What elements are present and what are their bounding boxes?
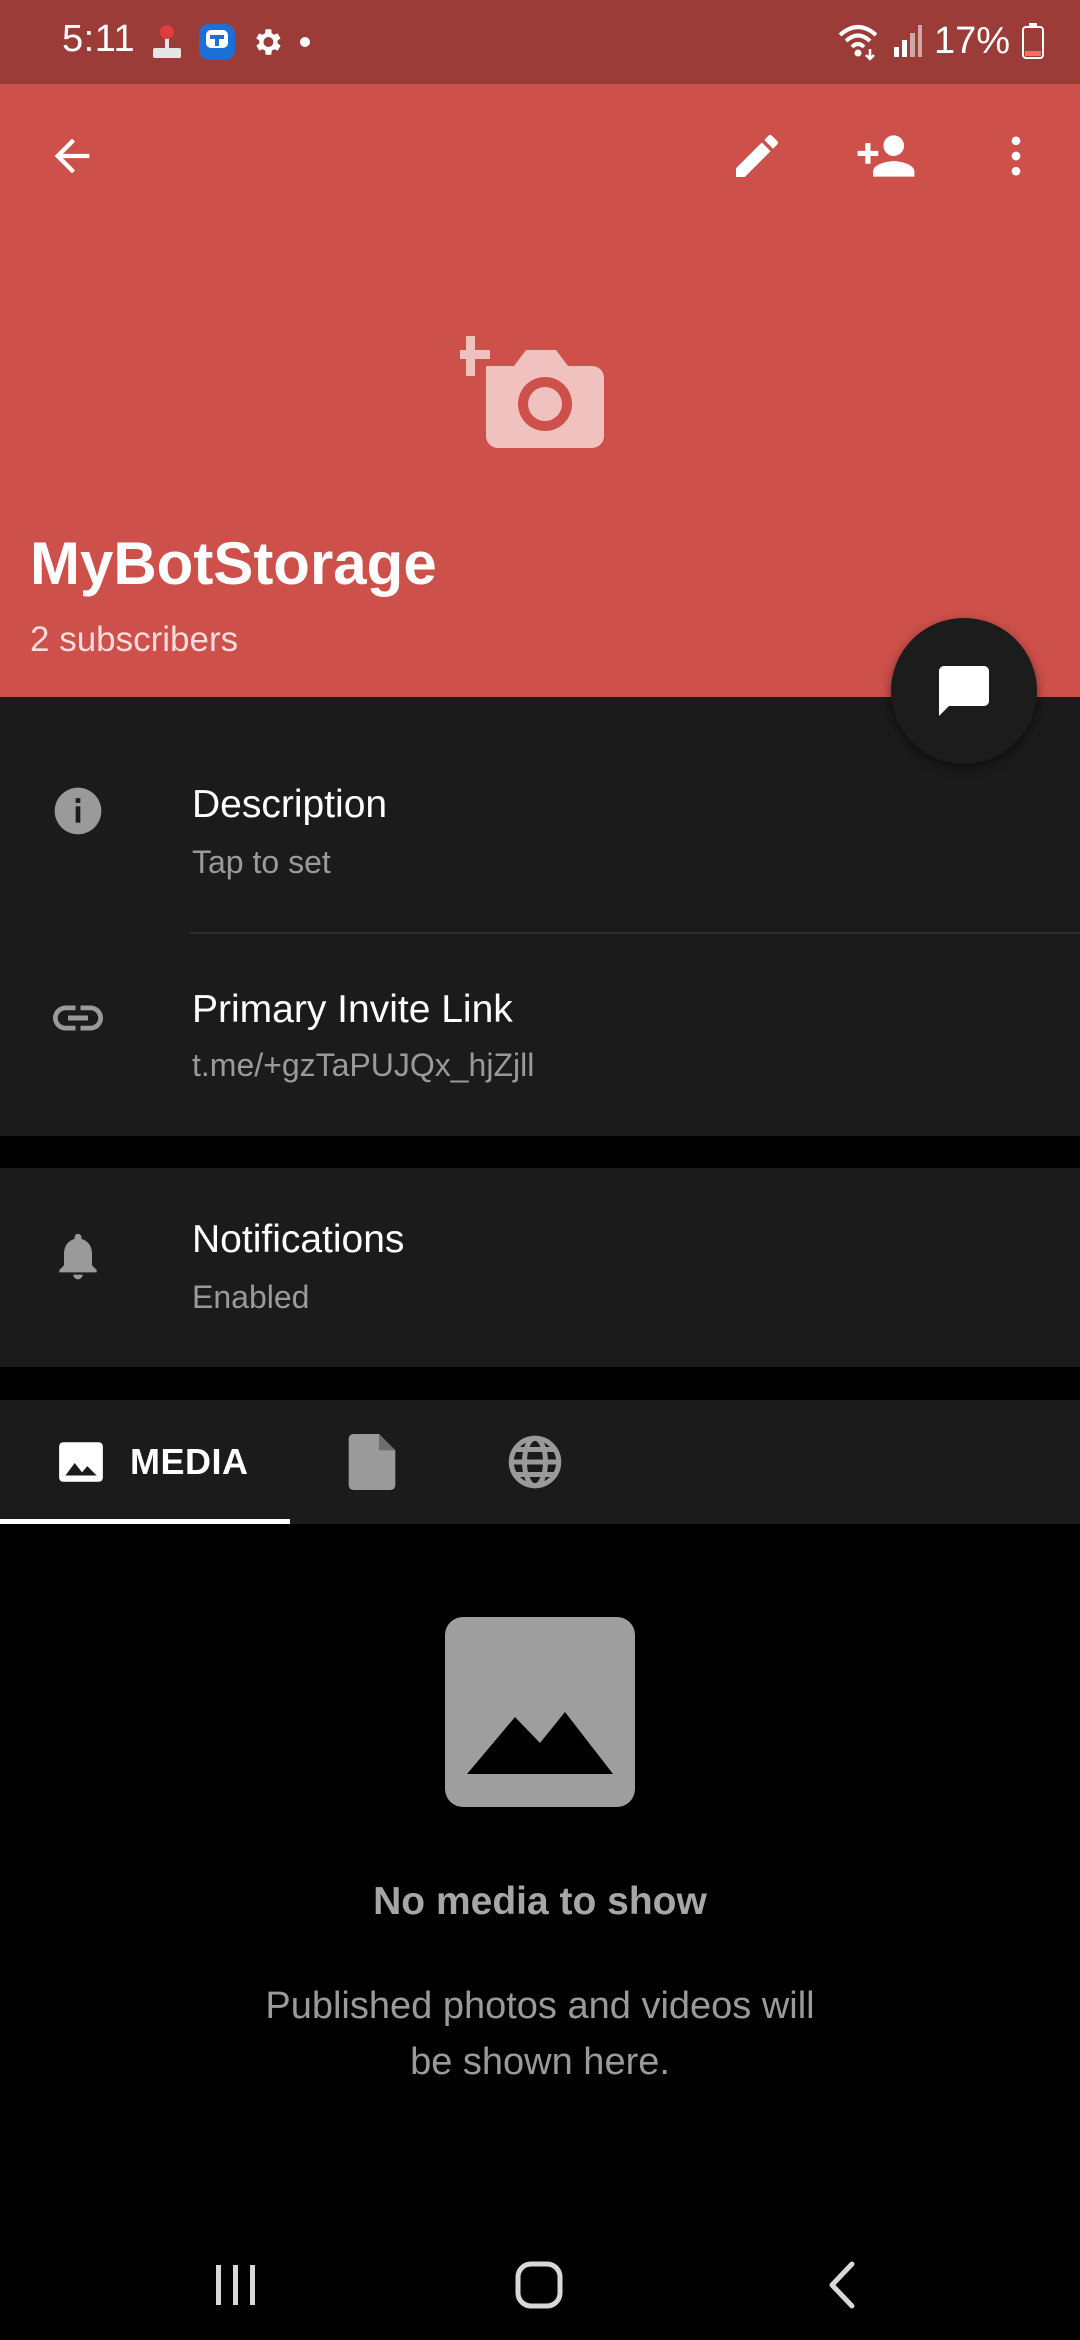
- info-icon: [48, 781, 108, 841]
- joystick-icon: [153, 25, 181, 58]
- home-button[interactable]: [469, 2230, 609, 2340]
- home-icon: [515, 2261, 563, 2309]
- back-button[interactable]: [32, 116, 112, 196]
- status-bar: 5:11 17%: [0, 0, 1080, 84]
- more-options-button[interactable]: [976, 116, 1056, 196]
- invite-link-url[interactable]: t.me/+gzTaPUJQx_hjZjll: [192, 1047, 534, 1084]
- empty-state-text: Published photos and videos will be show…: [265, 1985, 815, 2083]
- channel-title: MyBotStorage: [30, 530, 437, 597]
- recents-icon: [216, 2265, 255, 2305]
- notifications-status: Enabled: [192, 1279, 310, 1315]
- system-back-button[interactable]: [772, 2230, 912, 2340]
- app-notification-icon: [199, 24, 235, 60]
- empty-state-title: No media to show: [373, 1880, 707, 1923]
- tab-media-label: MEDIA: [130, 1441, 249, 1482]
- channel-info-section: Description Tap to set Primary Invite Li…: [0, 697, 1080, 1136]
- message-icon: [939, 666, 989, 716]
- file-icon: [348, 1434, 396, 1490]
- tab-files[interactable]: [347, 1400, 397, 1524]
- gear-icon: [256, 29, 281, 55]
- signal-icon: [893, 25, 922, 57]
- bell-icon: [48, 1226, 108, 1286]
- add-member-button[interactable]: [846, 116, 926, 196]
- notifications-title: Notifications: [192, 1218, 405, 1261]
- wifi-icon: [838, 25, 878, 61]
- image-icon: [59, 1442, 103, 1482]
- status-icons-right: 17%: [836, 18, 1044, 64]
- pencil-icon: [736, 134, 778, 177]
- shared-media-tabs: MEDIA: [0, 1400, 1080, 1524]
- person-add-icon: [857, 135, 915, 177]
- tab-indicator: [0, 1519, 290, 1524]
- dot-icon: [300, 37, 310, 47]
- message-fab[interactable]: [891, 618, 1037, 764]
- link-icon: [48, 988, 108, 1048]
- camera-add-icon: [452, 336, 604, 448]
- description-title: Description: [192, 783, 388, 826]
- globe-icon: [508, 1435, 562, 1489]
- system-navigation-bar: [0, 2230, 1080, 2340]
- back-icon: [829, 2261, 855, 2309]
- edit-button[interactable]: [717, 116, 797, 196]
- image-placeholder-icon: [445, 1617, 635, 1807]
- invite-link-row[interactable]: Primary Invite Link t.me/+gzTaPUJQx_hjZj…: [0, 934, 1080, 1136]
- notifications-row[interactable]: Notifications Enabled: [0, 1168, 1080, 1367]
- notifications-section: Notifications Enabled: [0, 1168, 1080, 1367]
- invite-link-title: Primary Invite Link: [192, 988, 513, 1031]
- battery-percentage: 17%: [933, 19, 1010, 62]
- battery-icon: [1022, 23, 1044, 59]
- subscriber-count: 2 subscribers: [30, 620, 239, 659]
- status-time: 5:11: [62, 18, 136, 60]
- set-photo-button[interactable]: [452, 316, 620, 456]
- status-icons-left: [150, 22, 312, 62]
- more-vertical-icon: [1011, 136, 1021, 176]
- recents-button[interactable]: [166, 2230, 306, 2340]
- tab-links[interactable]: [505, 1400, 565, 1524]
- arrow-left-icon: [54, 138, 90, 174]
- channel-header: MyBotStorage 2 subscribers: [0, 84, 1080, 697]
- tab-media[interactable]: MEDIA: [56, 1400, 249, 1524]
- description-subtitle: Tap to set: [192, 844, 331, 880]
